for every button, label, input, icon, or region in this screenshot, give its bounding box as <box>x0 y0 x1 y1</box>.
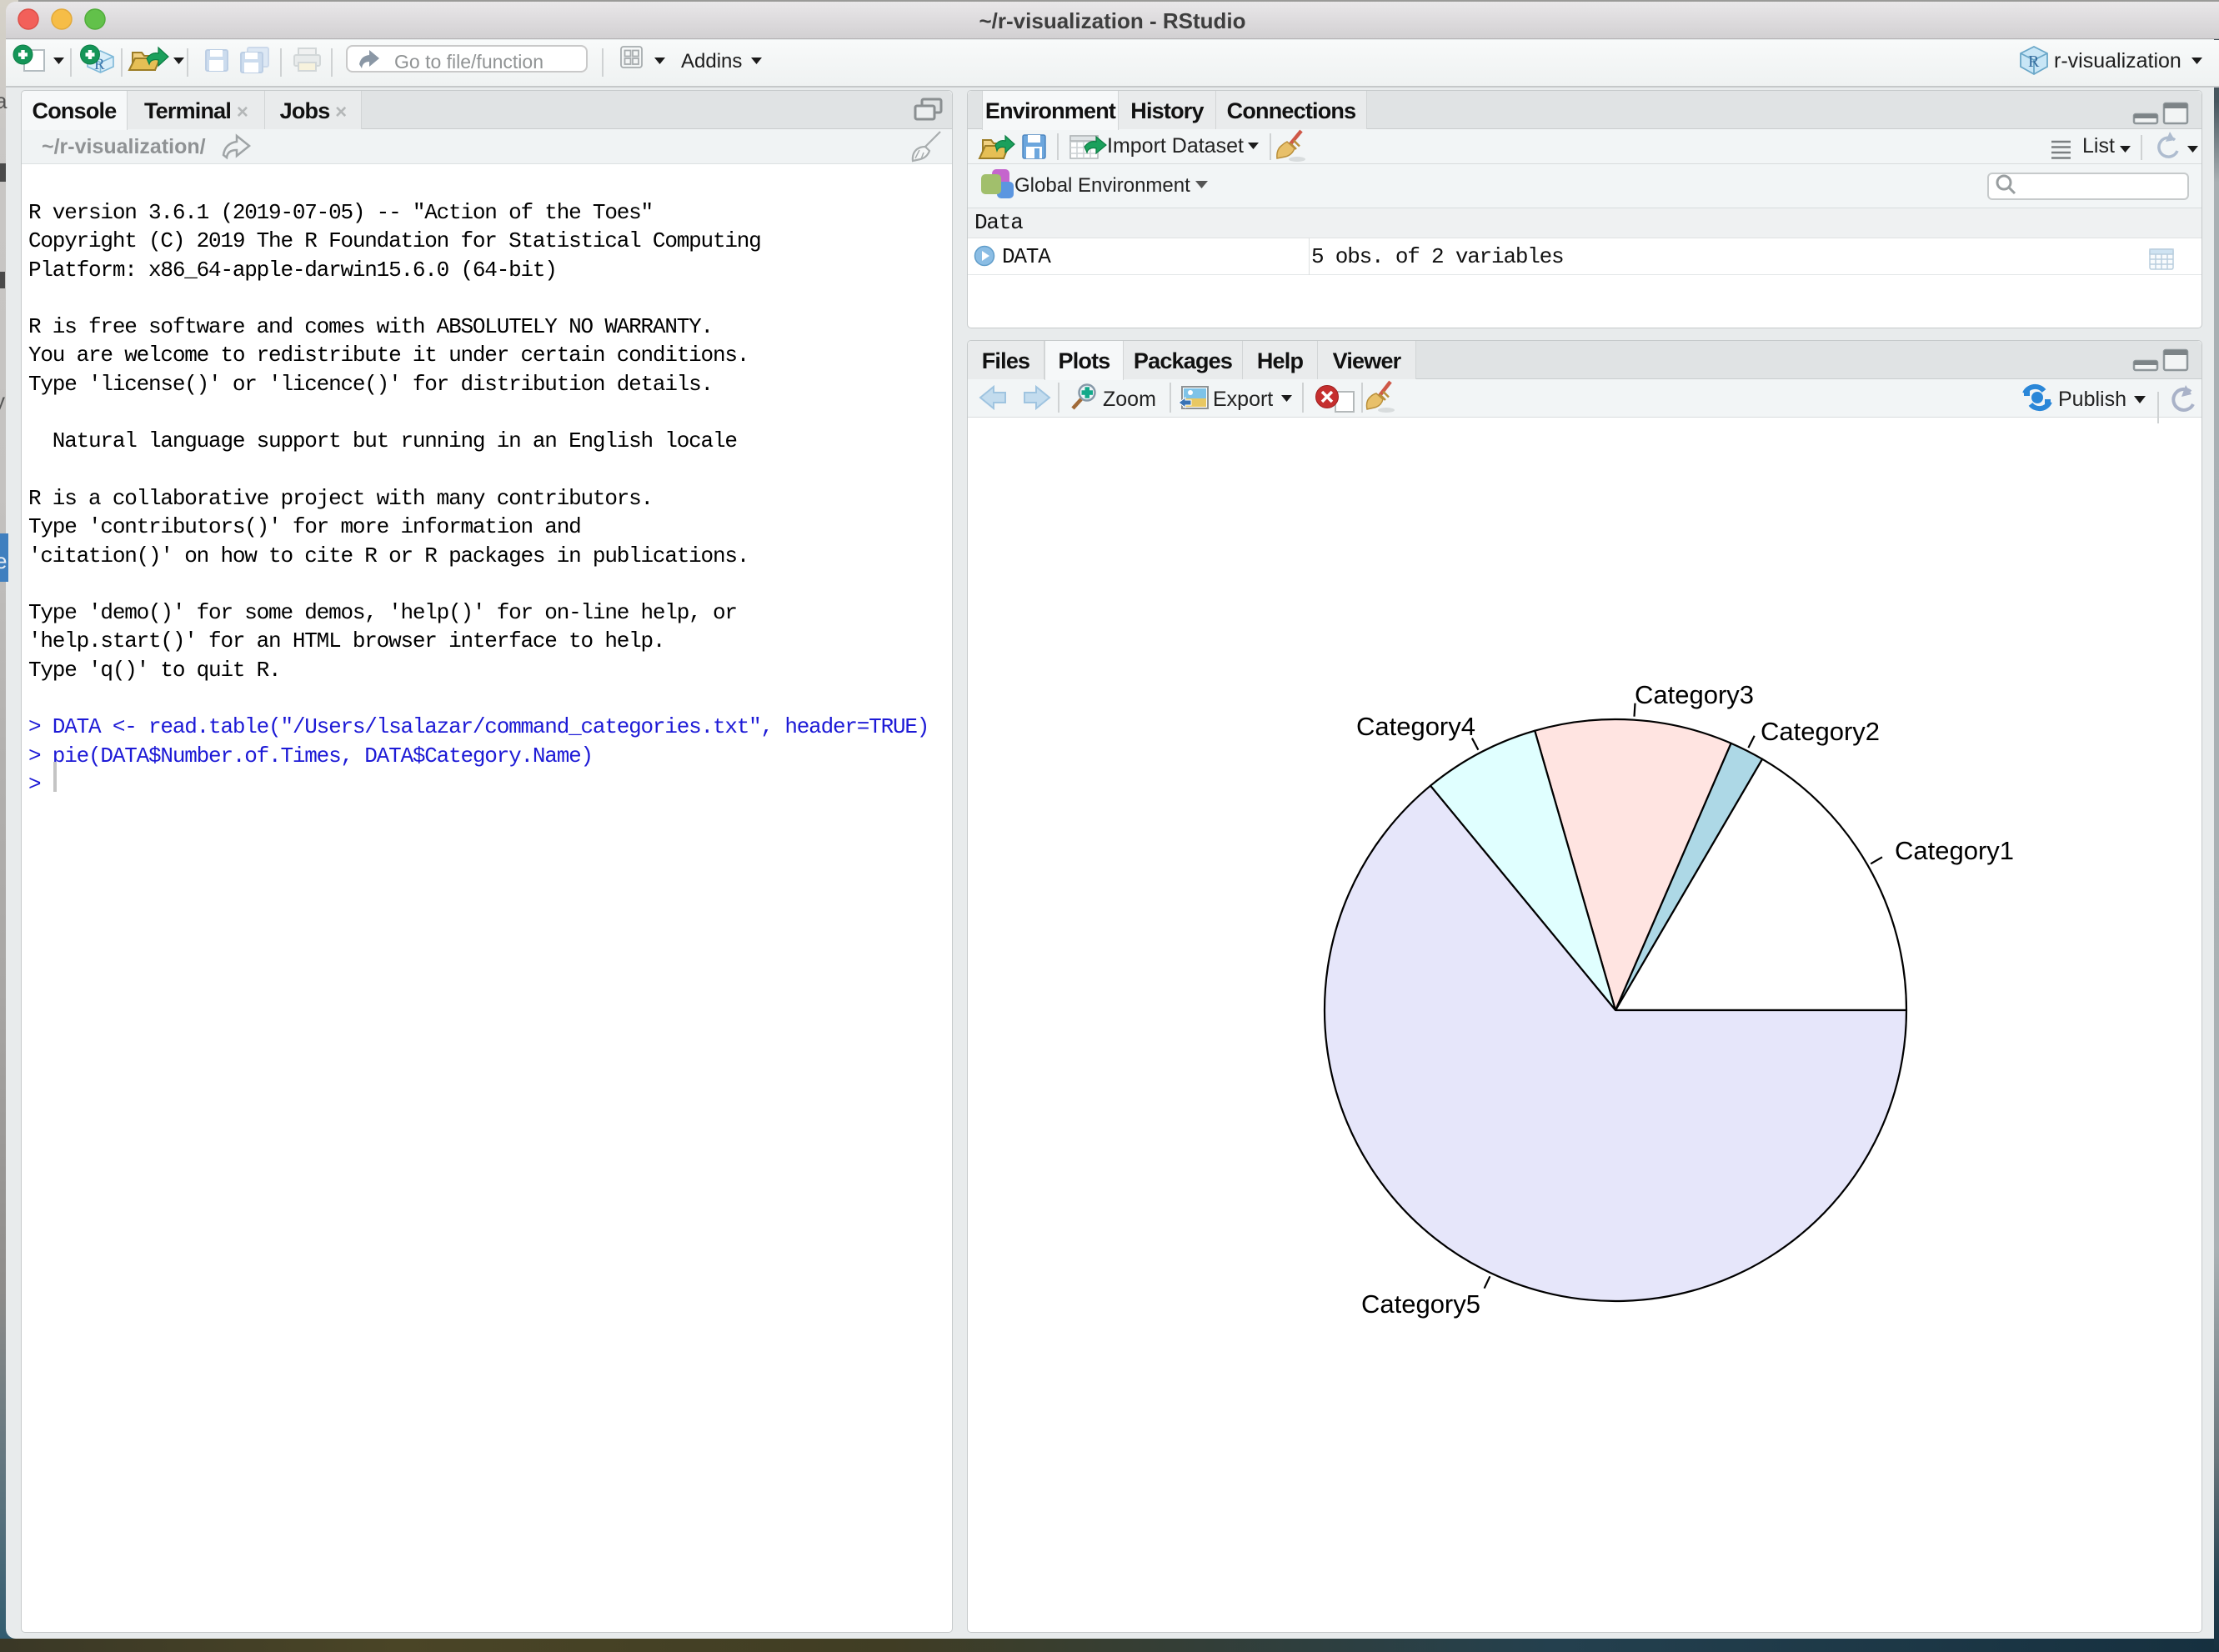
svg-text:Category1: Category1 <box>1895 836 2014 865</box>
svg-text:Category3: Category3 <box>1635 680 1754 709</box>
svg-text:Category5: Category5 <box>1361 1289 1480 1319</box>
svg-text:Category4: Category4 <box>1356 712 1475 741</box>
svg-text:Category2: Category2 <box>1761 717 1880 746</box>
